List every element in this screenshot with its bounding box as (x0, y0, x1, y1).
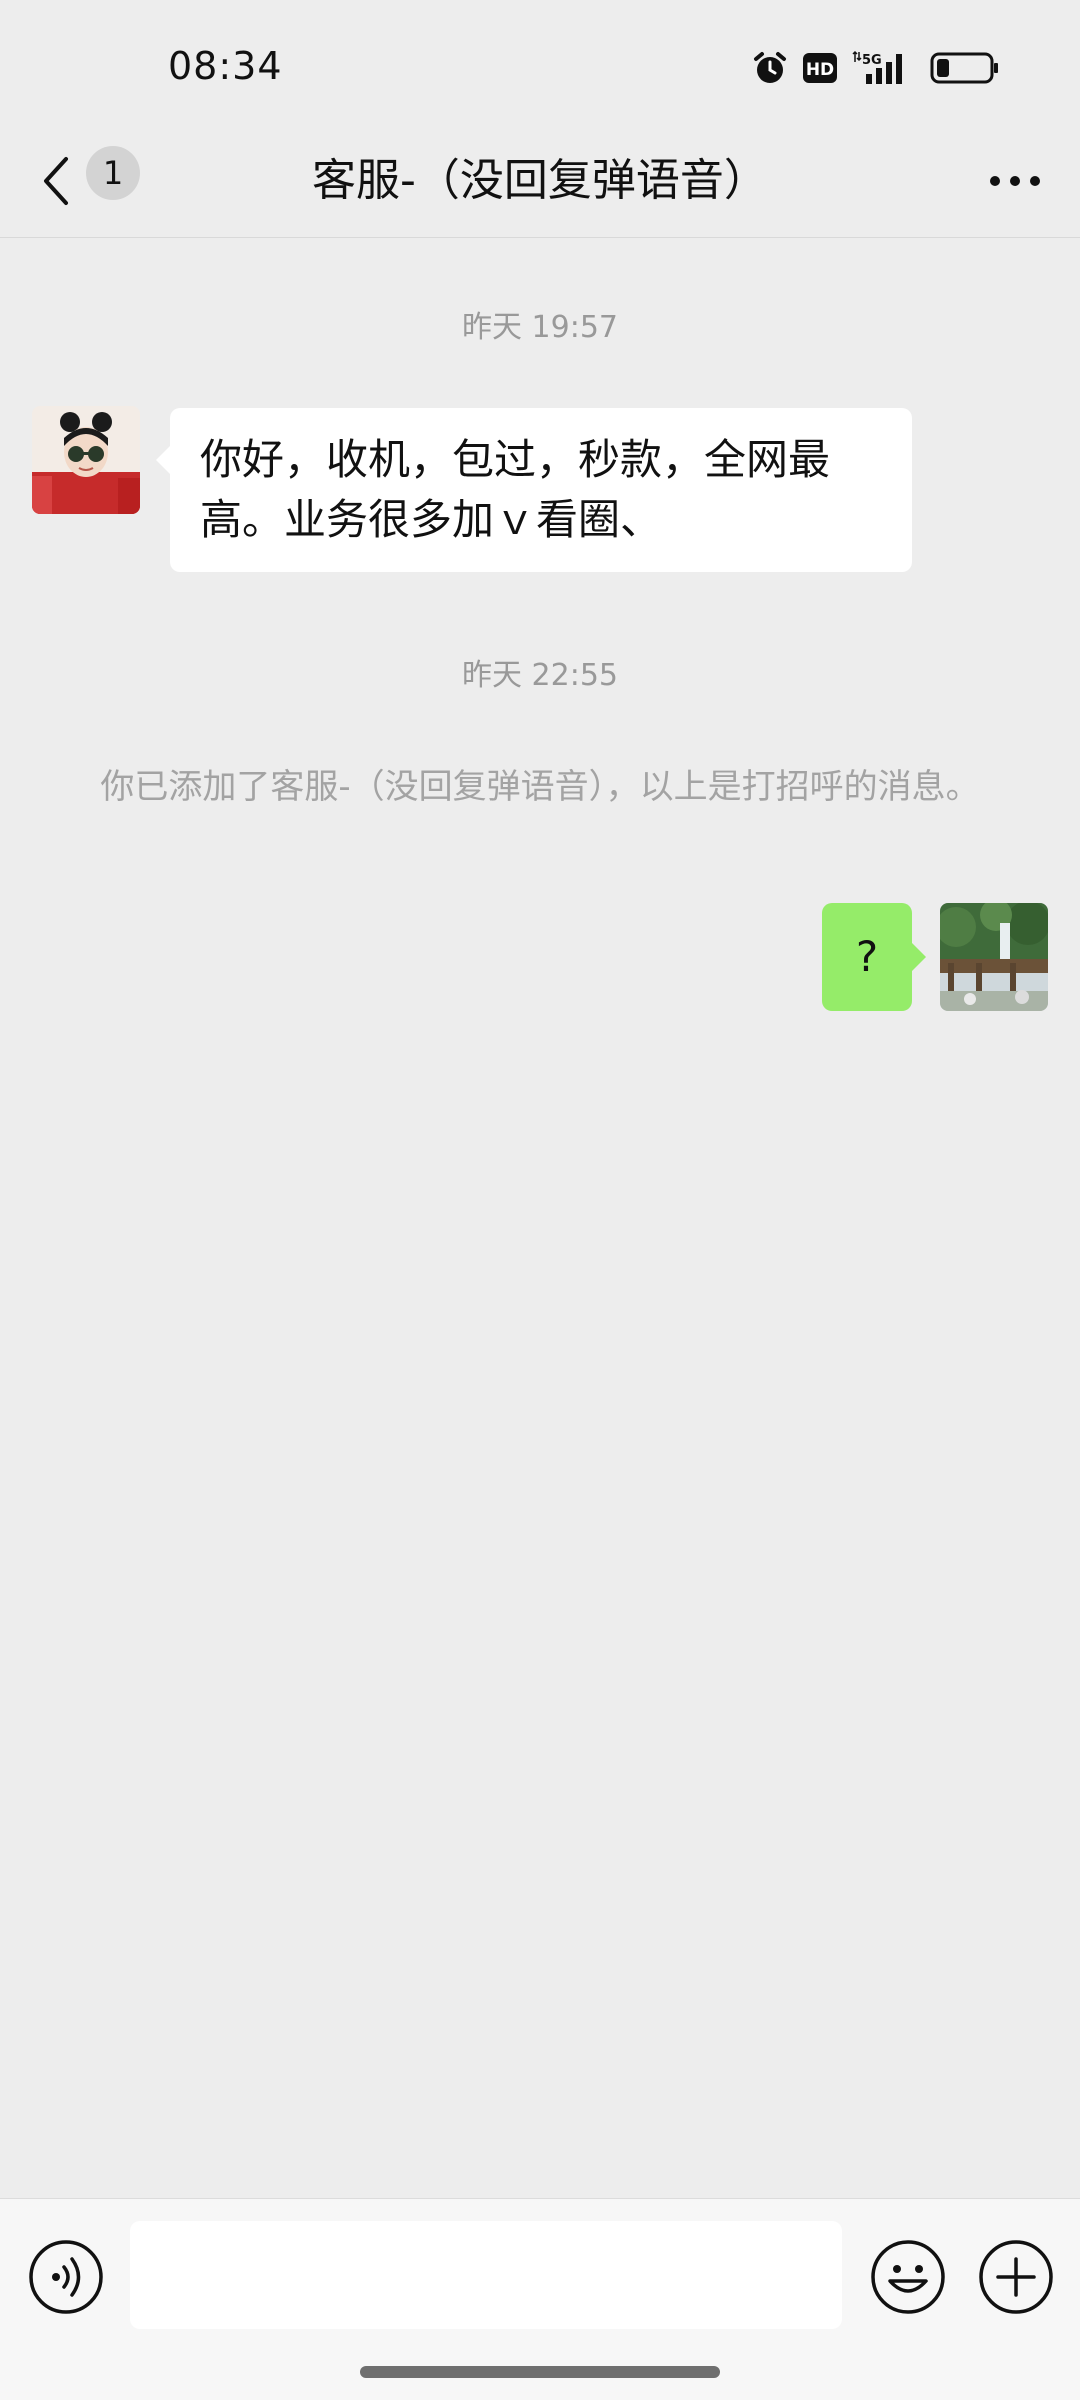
system-notice: 你已添加了客服-（没回复弹语音），以上是打招呼的消息。 (100, 767, 980, 807)
home-indicator[interactable] (360, 2366, 720, 2378)
voice-icon (28, 2240, 104, 2319)
chat-title: 客服-（没回复弹语音） (312, 155, 768, 206)
voice-button[interactable] (28, 2239, 104, 2315)
status-bar: 08:34 HD 5G (0, 0, 1080, 130)
plus-button[interactable] (978, 2239, 1054, 2315)
contact-avatar[interactable] (32, 406, 140, 514)
battery-icon (930, 51, 1000, 85)
message-input[interactable] (130, 2221, 842, 2329)
chevron-left-icon (36, 151, 76, 215)
chat-header: 1 客服-（没回复弹语音） (0, 130, 1080, 238)
plus-icon (978, 2240, 1054, 2319)
unread-count-badge[interactable]: 1 (86, 146, 140, 200)
status-time: 08:34 (168, 44, 283, 88)
incoming-message-bubble[interactable]: 你好，收机，包过，秒款，全网最高。业务很多加ｖ看圈、 (156, 408, 912, 572)
svg-text:HD: HD (806, 60, 834, 80)
message-timestamp: 昨天 19:57 (462, 310, 618, 345)
emoji-icon (870, 2240, 946, 2319)
more-dots-icon (987, 173, 1043, 193)
my-avatar[interactable] (940, 903, 1048, 1011)
message-timestamp: 昨天 22:55 (462, 658, 618, 693)
emoji-button[interactable] (870, 2239, 946, 2315)
outgoing-message-bubble[interactable]: ? (822, 903, 926, 1011)
svg-text:5G: 5G (862, 53, 882, 68)
status-icons: HD 5G (752, 48, 1000, 88)
hd-icon: HD (802, 52, 838, 84)
more-button[interactable] (980, 148, 1050, 218)
alarm-icon (752, 50, 788, 86)
signal-5g-icon: 5G (852, 50, 916, 86)
